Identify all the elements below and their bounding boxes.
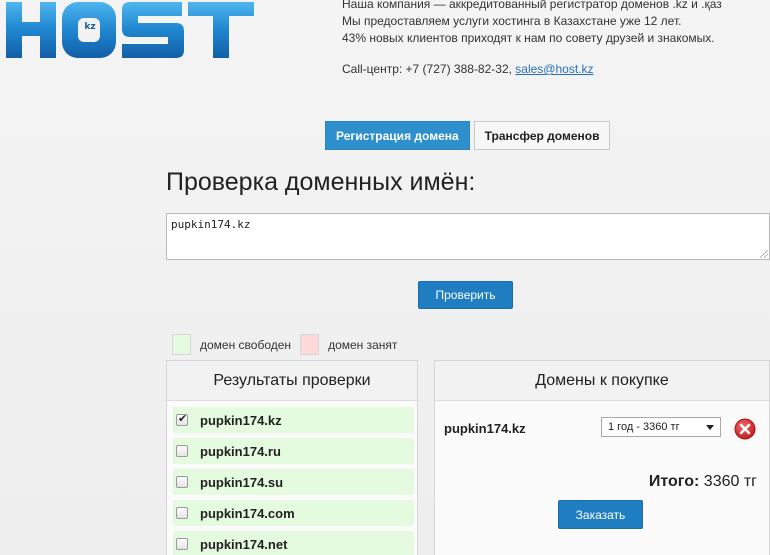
result-row[interactable]: pupkin174.ru [173,438,414,464]
cart-panel: Домены к покупке pupkin174.kz 1 год - 33… [434,360,770,555]
result-row[interactable]: pupkin174.com [173,500,414,526]
result-checkbox[interactable] [176,412,188,426]
result-domain: pupkin174.net [200,536,288,552]
company-info: Наша компания — аккредитованный регистра… [342,0,770,78]
info-line-accreditation: Наша компания — аккредитованный регистра… [342,0,722,11]
taken-swatch [300,334,320,355]
result-domain: pupkin174.ru [200,443,281,459]
check-button[interactable]: Проверить [418,281,513,309]
total-label: Итого: [648,473,700,490]
results-title: Результаты проверки [167,361,417,401]
result-domain: pupkin174.su [200,474,284,490]
resize-grip-icon[interactable] [760,250,768,258]
callcenter-text: Call-центр: +7 (727) 388-82-32, [342,62,516,76]
period-select[interactable]: 1 год - 3360 тг [601,417,721,437]
result-domain: pupkin174.com [200,505,295,521]
period-select-value: 1 год - 3360 тг [608,421,680,433]
domain-input-value: pupkin174.kz [171,218,251,231]
result-row[interactable]: pupkin174.kz [173,407,414,433]
availability-legend: домен свободен домен занят [172,334,397,355]
page-title: Проверка доменных имён: [166,168,476,196]
domain-tabs: Регистрация домена Трансфер доменов [325,121,611,150]
tab-domain-transfer[interactable]: Трансфер доменов [473,121,611,150]
result-checkbox[interactable] [176,538,188,550]
info-line-experience: Мы предоставляем услуги хостинга в Казах… [342,14,682,28]
contact-line: Call-центр: +7 (727) 388-82-32, sales@ho… [342,61,770,78]
logo-badge-text: kz [84,22,96,32]
total-value: 3360 тг [699,473,757,490]
remove-icon[interactable] [734,418,756,440]
free-swatch [172,334,191,355]
tab-domain-registration[interactable]: Регистрация домена [325,121,470,150]
cart-title: Домены к покупке [435,361,769,401]
email-link[interactable]: sales@host.kz [515,62,593,76]
result-domain: pupkin174.kz [200,412,282,428]
result-checkbox[interactable] [176,476,188,488]
info-line-referrals: 43% новых клиентов приходят к нам по сов… [342,31,715,45]
legend-taken-label: домен занят [328,337,398,352]
result-checkbox[interactable] [176,445,188,457]
result-row[interactable]: pupkin174.su [173,469,414,495]
host-logo[interactable]: kz [4,0,256,60]
legend-free-label: домен свободен [200,337,292,352]
domain-names-textarea[interactable]: pupkin174.kz [166,213,770,260]
order-total: Итого: 3360 тг [649,473,757,491]
page: kz Наша компания — аккредитованный регис… [0,0,770,555]
cart-domain-name: pupkin174.kz [444,421,526,436]
chevron-down-icon [706,425,714,430]
order-button[interactable]: Заказать [558,500,643,529]
result-row[interactable]: pupkin174.net [173,531,414,555]
results-panel: Результаты проверки pupkin174.kz pupkin1… [166,360,418,555]
result-checkbox[interactable] [176,507,188,519]
